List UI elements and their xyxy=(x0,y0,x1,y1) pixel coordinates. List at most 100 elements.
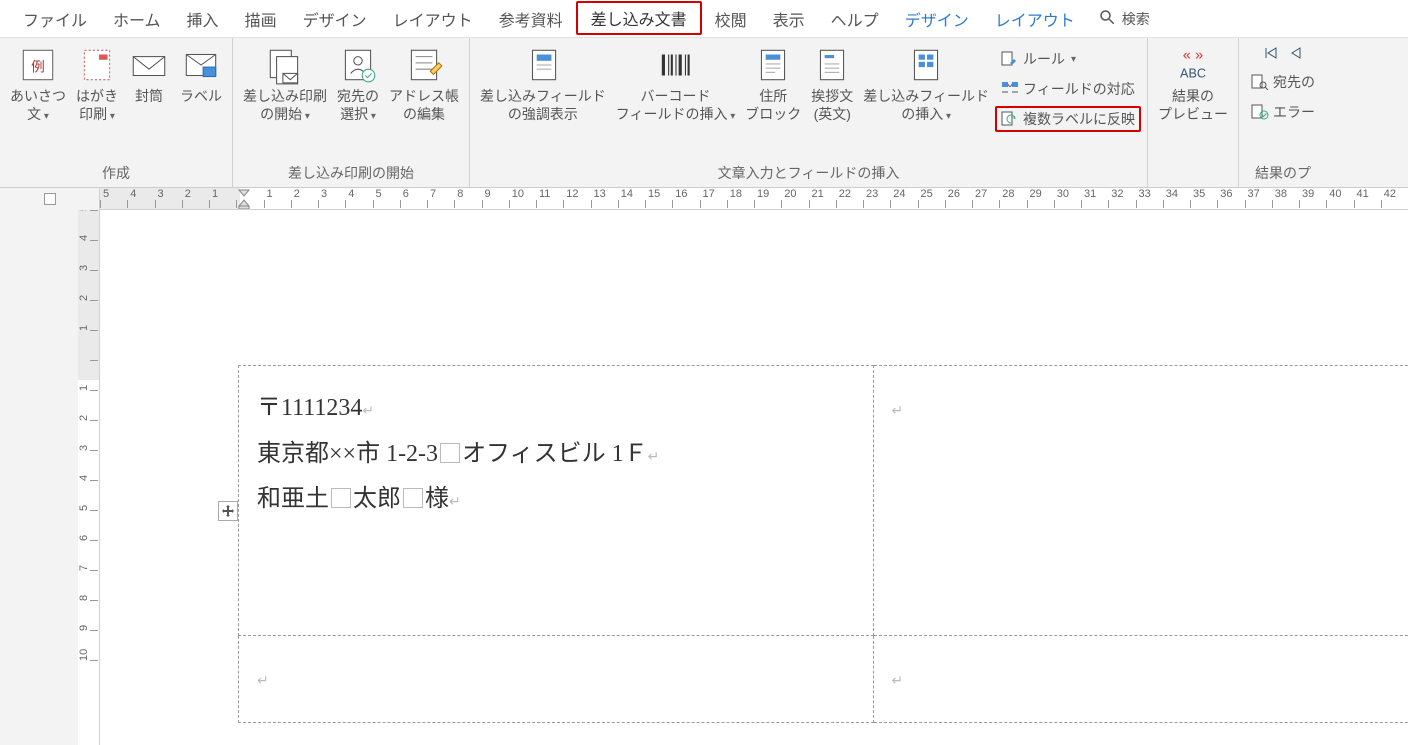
tab-review[interactable]: 校閲 xyxy=(702,0,760,38)
start-merge-icon xyxy=(264,44,306,86)
match-fields-icon xyxy=(1001,81,1019,97)
tab-design[interactable]: デザイン xyxy=(290,0,380,38)
start-merge-button[interactable]: 差し込み印刷 の開始 xyxy=(239,42,331,125)
insert-field-icon xyxy=(905,44,947,86)
address-block-button[interactable]: 住所 ブロック xyxy=(741,42,805,125)
preview-results-label: 結果の プレビュー xyxy=(1158,88,1228,123)
vertical-ruler[interactable]: 5432112345678910 xyxy=(78,210,100,745)
greeting-line-icon xyxy=(811,44,853,86)
tab-insert[interactable]: 挿入 xyxy=(174,0,232,38)
tab-file[interactable]: ファイル xyxy=(10,0,100,38)
tab-home[interactable]: ホーム xyxy=(100,0,174,38)
search-box[interactable]: 検索 xyxy=(1098,8,1150,29)
label-cell-2[interactable]: ↵ xyxy=(873,366,1408,636)
paragraph-mark: ↵ xyxy=(648,448,660,464)
rules-icon xyxy=(1001,51,1019,67)
name-line: 和亜土太郎様↵ xyxy=(257,477,855,523)
edit-recipients-button[interactable]: アドレス帳 の編集 xyxy=(385,42,463,125)
insert-field-button[interactable]: 差し込みフィールド の挿入 xyxy=(859,42,993,125)
barcode-button[interactable]: バーコード フィールドの挿入 xyxy=(612,42,740,125)
match-fields-label: フィールドの対応 xyxy=(1023,79,1135,99)
label-cell-1[interactable]: 〒1111234↵ 東京都××市 1-2-3オフィスビル 1Ｆ↵ 和亜土太郎様↵ xyxy=(239,366,874,636)
greeting-label: あいさつ 文 xyxy=(10,88,66,123)
find-recipient-icon xyxy=(1251,74,1269,90)
tab-selector[interactable] xyxy=(0,188,100,210)
greeting-button[interactable]: 例 あいさつ 文 xyxy=(6,42,70,125)
address-block-label: 住所 ブロック xyxy=(745,88,801,123)
tab-draw[interactable]: 描画 xyxy=(232,0,290,38)
preview-results-button[interactable]: « »ABC 結果の プレビュー xyxy=(1154,42,1232,125)
vertical-ruler-container: 5432112345678910 xyxy=(0,210,100,745)
rules-button[interactable]: ルール xyxy=(995,46,1141,72)
label-cell-4[interactable]: ↵ xyxy=(873,636,1408,723)
ribbon-tabs: ファイル ホーム 挿入 描画 デザイン レイアウト 参考資料 差し込み文書 校閲… xyxy=(0,0,1408,38)
error-check-button[interactable]: エラー xyxy=(1245,99,1321,125)
label-table: 〒1111234↵ 東京都××市 1-2-3オフィスビル 1Ｆ↵ 和亜土太郎様↵… xyxy=(238,365,1408,723)
tabstop-icon xyxy=(44,193,56,205)
horizontal-ruler[interactable]: 5432112345678910111213141516171819202122… xyxy=(100,188,1408,209)
select-recipients-button[interactable]: 宛先の 選択 xyxy=(333,42,383,125)
group-label-create: 作成 xyxy=(6,161,226,187)
group-label-preview-spacer xyxy=(1154,165,1232,187)
editor-area: 5432112345678910 〒1111234↵ 東京都××市 1-2-3オ… xyxy=(0,210,1408,745)
edit-recipients-icon xyxy=(403,44,445,86)
update-labels-icon xyxy=(1001,111,1019,127)
barcode-icon xyxy=(655,44,697,86)
paragraph-mark: ↵ xyxy=(449,493,461,509)
highlight-fields-label: 差し込みフィールド の強調表示 xyxy=(480,88,606,123)
paragraph-mark: ↵ xyxy=(362,402,374,418)
space-mark xyxy=(440,443,460,463)
find-recipient-label: 宛先の xyxy=(1273,72,1315,92)
tab-layout[interactable]: レイアウト xyxy=(380,0,486,38)
highlight-fields-button[interactable]: 差し込みフィールド の強調表示 xyxy=(476,42,610,125)
ribbon-group-preview2: 宛先の エラー 結果のプ xyxy=(1239,38,1327,187)
update-labels-button[interactable]: 複数ラベルに反映 xyxy=(995,106,1141,132)
table-move-handle[interactable] xyxy=(218,501,238,521)
update-labels-label: 複数ラベルに反映 xyxy=(1023,109,1135,129)
group-label-start: 差し込み印刷の開始 xyxy=(239,161,463,187)
address-block-icon xyxy=(752,44,794,86)
rules-label: ルール xyxy=(1023,49,1065,69)
move-icon xyxy=(221,504,235,518)
group-label-write: 文章入力とフィールドの挿入 xyxy=(476,161,1141,187)
postcard-button[interactable]: はがき 印刷 xyxy=(72,42,122,125)
tab-help[interactable]: ヘルプ xyxy=(818,0,892,38)
label-icon xyxy=(180,44,222,86)
postcard-icon xyxy=(76,44,118,86)
first-record-button[interactable] xyxy=(1261,44,1281,65)
ribbon-group-create: 例 あいさつ 文 はがき 印刷 封筒 ラベル xyxy=(0,38,233,187)
insert-field-label: 差し込みフィールド の挿入 xyxy=(863,88,989,123)
error-check-label: エラー xyxy=(1273,102,1315,122)
greeting-line-button[interactable]: 挨拶文 (英文) xyxy=(807,42,857,125)
match-fields-button[interactable]: フィールドの対応 xyxy=(995,76,1141,102)
postal-line: 〒1111234↵ xyxy=(257,386,855,432)
preview-results-icon: « »ABC xyxy=(1172,44,1214,86)
postcard-label: はがき 印刷 xyxy=(76,88,118,123)
space-mark xyxy=(331,488,351,508)
tab-references[interactable]: 参考資料 xyxy=(486,0,576,38)
paragraph-mark: ↵ xyxy=(257,672,269,688)
tab-table-design[interactable]: デザイン xyxy=(892,0,982,38)
search-label: 検索 xyxy=(1122,9,1150,29)
start-merge-label: 差し込み印刷 の開始 xyxy=(243,88,327,123)
find-recipient-button[interactable]: 宛先の xyxy=(1245,69,1321,95)
first-record-icon xyxy=(1263,46,1279,63)
tab-mailings[interactable]: 差し込み文書 xyxy=(576,1,702,35)
envelope-button[interactable]: 封筒 xyxy=(124,42,174,108)
page-viewport[interactable]: 〒1111234↵ 東京都××市 1-2-3オフィスビル 1Ｆ↵ 和亜土太郎様↵… xyxy=(100,210,1408,745)
ribbon: 例 あいさつ 文 はがき 印刷 封筒 ラベル xyxy=(0,38,1408,188)
select-recipients-label: 宛先の 選択 xyxy=(337,88,379,123)
ribbon-group-write: 差し込みフィールド の強調表示 バーコード フィールドの挿入 住所 ブロック 挨… xyxy=(470,38,1148,187)
svg-text:ABC: ABC xyxy=(1180,67,1206,81)
page: 〒1111234↵ 東京都××市 1-2-3オフィスビル 1Ｆ↵ 和亜土太郎様↵… xyxy=(100,365,1400,723)
tab-view[interactable]: 表示 xyxy=(760,0,818,38)
tab-table-layout[interactable]: レイアウト xyxy=(982,0,1088,38)
greeting-icon: 例 xyxy=(17,44,59,86)
paragraph-mark: ↵ xyxy=(892,402,904,418)
envelope-label: 封筒 xyxy=(135,88,163,106)
select-recipients-icon xyxy=(337,44,379,86)
label-button[interactable]: ラベル xyxy=(176,42,226,108)
prev-record-button[interactable] xyxy=(1287,44,1305,65)
label-cell-3[interactable]: ↵ xyxy=(239,636,874,723)
search-icon xyxy=(1098,8,1116,29)
